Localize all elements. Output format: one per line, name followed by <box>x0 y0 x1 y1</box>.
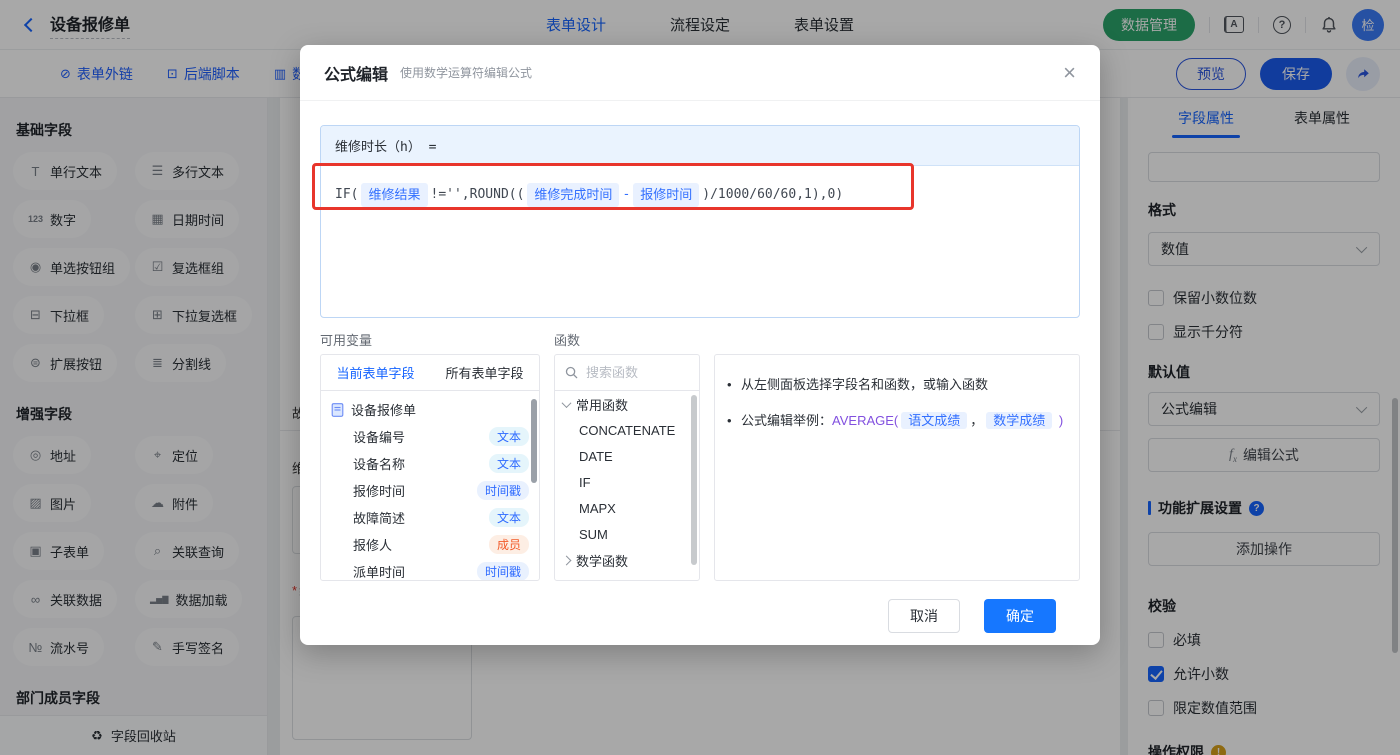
close-icon[interactable]: × <box>1063 61 1076 84</box>
field-token: 数学成绩 <box>986 412 1053 429</box>
chevron-right-icon <box>561 555 572 565</box>
scrollbar[interactable] <box>531 399 537 483</box>
help-bullet: 从左侧面板选择字段名和函数，或输入函数 <box>727 373 1071 397</box>
chevron-down-icon <box>561 397 572 408</box>
formula-editor-modal: 公式编辑 使用数学运算符编辑公式 × 维修时长（h） = IF( 维修结果 !=… <box>300 45 1100 645</box>
variable-item-报修人[interactable]: 报修人 成员 <box>321 531 539 558</box>
function-item-DATE[interactable]: DATE <box>555 443 699 469</box>
functions-label: 函数 <box>554 333 581 348</box>
cancel-button[interactable]: 取消 <box>888 599 960 633</box>
formula-code: IF( <box>335 187 359 202</box>
variable-name: 设备编号 <box>353 430 406 445</box>
variable-name: 设备名称 <box>353 457 406 472</box>
field-token: 语文成绩 <box>901 412 968 429</box>
field-token[interactable]: 维修结果 <box>361 183 428 207</box>
function-item-SUM[interactable]: SUM <box>555 521 699 547</box>
search-icon <box>565 366 578 379</box>
help-text: ， <box>970 413 984 428</box>
variables-label: 可用变量 <box>320 333 373 348</box>
variable-name: 故障简述 <box>353 511 406 526</box>
function-name: AVERAGE( <box>832 413 899 428</box>
function-item-CONCATENATE[interactable]: CONCATENATE <box>555 417 699 443</box>
function-item-IF[interactable]: IF <box>555 469 699 495</box>
variable-type-badge: 文本 <box>488 427 529 446</box>
modal-panels: 可用变量 当前表单字段 所有表单字段 设备报修单 设备编号 文本 设备名称 文本 报修时间… <box>320 330 1080 581</box>
function-group-label: 常用函数 <box>576 397 629 413</box>
function-group-label: 数学函数 <box>576 553 629 569</box>
functions-column: 函数 常用函数 CONCATENATEDATEIFMAPXSUM 数学函数文本函数 <box>554 330 700 581</box>
variable-type-badge: 文本 <box>488 508 529 527</box>
variable-item-设备编号[interactable]: 设备编号 文本 <box>321 423 539 450</box>
formula-editor[interactable]: 维修时长（h） = IF( 维修结果 !='',ROUND(( 维修完成时间 -… <box>320 125 1080 318</box>
variable-name: 报修时间 <box>353 484 406 499</box>
formula-content[interactable]: IF( 维修结果 !='',ROUND(( 维修完成时间 - 报修时间 )/10… <box>321 166 1079 224</box>
variables-panel: 当前表单字段 所有表单字段 设备报修单 设备编号 文本 设备名称 文本 报修时间 时间戳 故障… <box>320 354 540 581</box>
function-group-文本函数[interactable]: 文本函数 <box>555 573 699 581</box>
function-group-label: 文本函数 <box>576 577 628 581</box>
app-window: 设备报修单 表单设计 流程设定 表单设置 数据管理 A ? 检 ⊘ 表单外链 ⊡ 后端脚本… <box>0 0 1400 755</box>
help-list: 从左侧面板选择字段名和函数，或输入函数公式编辑举例：AVERAGE(语文成绩，数… <box>715 355 1079 433</box>
variable-item-报修时间[interactable]: 报修时间 时间戳 <box>321 477 539 504</box>
help-panel: 从左侧面板选择字段名和函数，或输入函数公式编辑举例：AVERAGE(语文成绩，数… <box>714 354 1080 581</box>
confirm-button[interactable]: 确定 <box>984 599 1056 633</box>
functions-panel: 常用函数 CONCATENATEDATEIFMAPXSUM 数学函数文本函数 <box>554 354 700 581</box>
variable-type-badge: 成员 <box>488 535 529 554</box>
variables-root-label: 设备报修单 <box>351 403 417 418</box>
variable-name: 派单时间 <box>353 565 406 580</box>
variable-name: 报修人 <box>353 538 393 553</box>
variable-type-badge: 文本 <box>488 454 529 473</box>
variable-item-派单时间[interactable]: 派单时间 时间戳 <box>321 558 539 580</box>
modal-footer: 取消 确定 <box>320 581 1080 633</box>
variable-item-设备名称[interactable]: 设备名称 文本 <box>321 450 539 477</box>
function-search[interactable] <box>555 355 699 391</box>
variables-root[interactable]: 设备报修单 <box>321 396 539 423</box>
function-group-常用函数[interactable]: 常用函数 <box>555 391 699 417</box>
document-icon <box>331 402 344 417</box>
variable-type-badge: 时间戳 <box>476 481 529 500</box>
function-group-数学函数[interactable]: 数学函数 <box>555 547 699 573</box>
field-token[interactable]: 维修完成时间 <box>527 183 620 207</box>
function-item-MAPX[interactable]: MAPX <box>555 495 699 521</box>
variables-column: 可用变量 当前表单字段 所有表单字段 设备报修单 设备编号 文本 设备名称 文本 报修时间… <box>320 330 540 581</box>
help-text: 公式编辑举例： <box>741 413 833 428</box>
formula-code: !='',ROUND(( <box>430 187 525 202</box>
help-bullet: 公式编辑举例：AVERAGE(语文成绩，数学成绩 ) <box>727 409 1071 433</box>
variable-item-故障简述[interactable]: 故障简述 文本 <box>321 504 539 531</box>
formula-code: )/1000/60/60,1),0) <box>702 187 844 202</box>
formula-target: 维修时长（h） = <box>321 126 1079 166</box>
modal-header: 公式编辑 使用数学运算符编辑公式 × <box>300 45 1100 101</box>
tab-all-form-fields[interactable]: 所有表单字段 <box>430 355 539 390</box>
variable-type-badge: 时间戳 <box>476 562 529 580</box>
variables-tabs: 当前表单字段 所有表单字段 <box>321 355 539 391</box>
formula-expression: IF( 维修结果 !='',ROUND(( 维修完成时间 - 报修时间 )/10… <box>335 183 1065 207</box>
help-text: 从左侧面板选择字段名和函数，或输入函数 <box>741 377 989 392</box>
function-name: ) <box>1055 413 1064 428</box>
function-search-input[interactable] <box>586 365 676 380</box>
scrollbar[interactable] <box>691 395 697 565</box>
help-column: 从左侧面板选择字段名和函数，或输入函数公式编辑举例：AVERAGE(语文成绩，数… <box>714 330 1080 581</box>
variables-tree: 设备报修单 设备编号 文本 设备名称 文本 报修时间 时间戳 故障简述 文本 报修人 成员 派单时间时… <box>321 391 539 580</box>
modal-title: 公式编辑 <box>324 66 389 84</box>
functions-tree: 常用函数 CONCATENATEDATEIFMAPXSUM 数学函数文本函数 <box>555 391 699 581</box>
modal-body: 维修时长（h） = IF( 维修结果 !='',ROUND(( 维修完成时间 -… <box>300 101 1100 633</box>
modal-subtitle: 使用数学运算符编辑公式 <box>400 66 533 80</box>
help-label <box>714 330 1080 346</box>
field-token[interactable]: 报修时间 <box>633 183 700 207</box>
tab-current-form-fields[interactable]: 当前表单字段 <box>321 355 430 390</box>
operator: - <box>622 187 631 202</box>
